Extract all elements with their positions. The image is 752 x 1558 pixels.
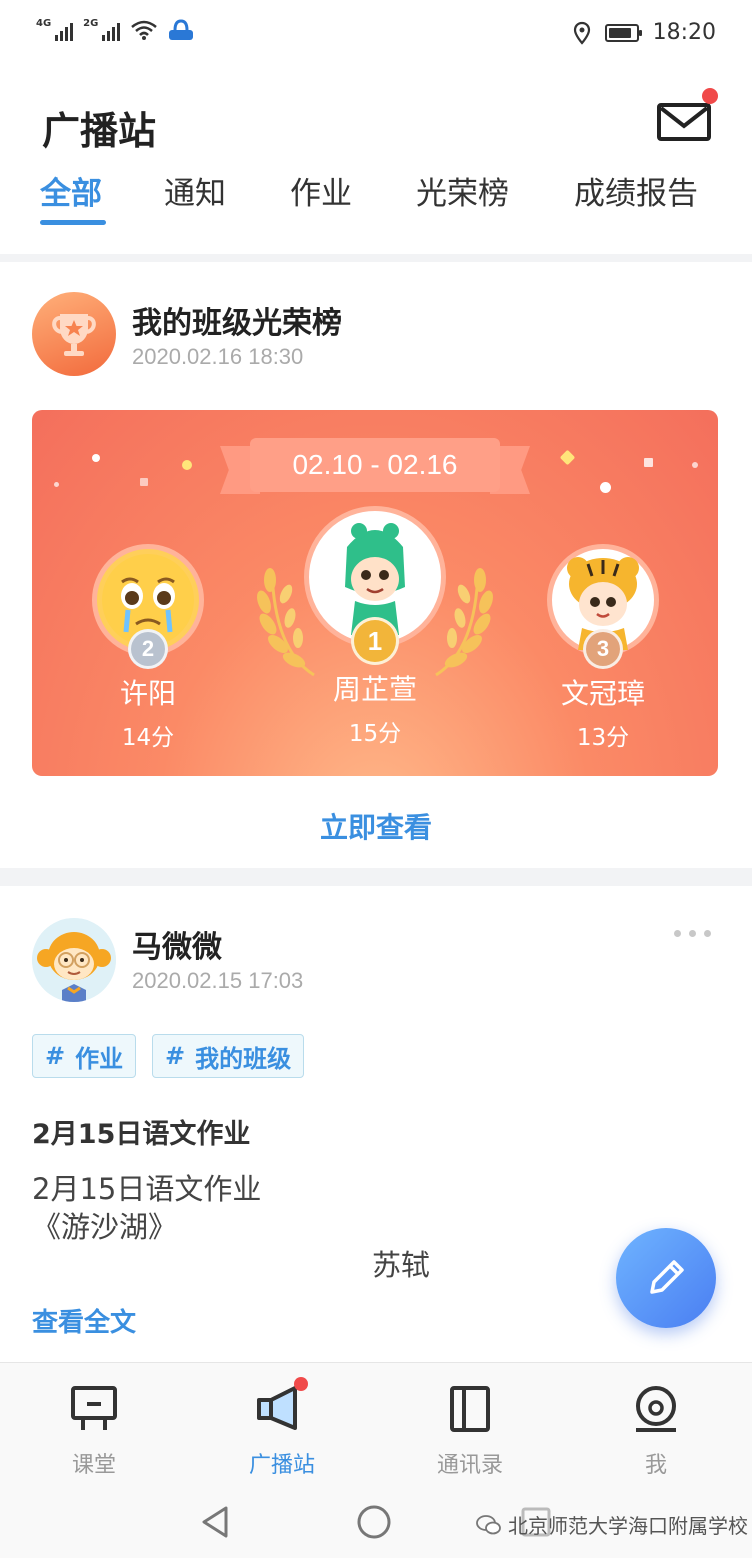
- tag-label: 作业: [75, 1044, 124, 1073]
- watermark-text: 北京师范大学海口附属学校: [508, 1514, 748, 1538]
- nav-contacts[interactable]: 通讯录: [410, 1381, 530, 1479]
- tag-my-class[interactable]: # 我的班级: [152, 1034, 305, 1078]
- nav-classroom[interactable]: 课堂: [34, 1381, 154, 1479]
- mail-icon: [657, 103, 711, 141]
- winner-name: 周芷萱: [332, 673, 417, 706]
- winner-third[interactable]: 3 文冠璋 13分: [542, 544, 664, 752]
- nav-label: 广播站: [248, 1453, 315, 1478]
- nav-label: 我: [644, 1453, 667, 1478]
- nav-label: 课堂: [71, 1453, 116, 1478]
- post-time: 2020.02.15 17:03: [132, 968, 304, 993]
- tab-honor-roll[interactable]: 光荣榜: [416, 168, 509, 213]
- winner-avatar: 1: [304, 506, 446, 665]
- winner-first[interactable]: 1 周芷萱 15分: [304, 506, 446, 748]
- tab-bar: 全部 通知 作业 光荣榜 成绩报告: [0, 168, 752, 228]
- network-type-1: 4G: [36, 18, 52, 29]
- signal-icon: 4G: [36, 18, 74, 41]
- hash-icon: #: [45, 1042, 66, 1070]
- nav-me[interactable]: 我: [596, 1381, 716, 1479]
- back-icon[interactable]: [198, 1504, 232, 1540]
- winner-name: 许阳: [119, 677, 176, 710]
- winner-name: 文冠璋: [560, 677, 645, 710]
- nav-broadcast[interactable]: 广播站: [222, 1377, 342, 1479]
- post-time: 2020.02.16 18:30: [132, 344, 304, 369]
- mail-button[interactable]: [656, 88, 718, 144]
- location-icon: [573, 21, 590, 45]
- compose-button[interactable]: [616, 1228, 716, 1328]
- unread-badge: [702, 88, 718, 104]
- watermark: 北京师范大学海口附属学校: [476, 1510, 748, 1539]
- hash-icon: #: [165, 1042, 186, 1070]
- page-title: 广播站: [42, 109, 157, 153]
- read-full-text-link[interactable]: 查看全文: [32, 1302, 136, 1339]
- classroom-icon: [71, 1386, 117, 1430]
- winner-score: 13分: [576, 725, 630, 751]
- tab-notice[interactable]: 通知: [164, 168, 226, 213]
- body-line: 苏轼: [372, 1248, 431, 1282]
- tab-homework[interactable]: 作业: [290, 168, 352, 213]
- nav-label: 通讯录: [436, 1453, 503, 1478]
- network-type-2: 2G: [83, 18, 99, 29]
- rank-badge: 3: [583, 629, 623, 669]
- winner-avatar: 2: [92, 544, 204, 669]
- body-line: 《游沙湖》: [32, 1210, 178, 1244]
- rank-badge: 1: [351, 617, 399, 665]
- clock: 18:20: [652, 20, 716, 45]
- status-left: 4G 2G: [36, 18, 194, 42]
- winner-score: 15分: [348, 721, 402, 747]
- date-range-ribbon: 02.10 - 02.16: [250, 438, 500, 492]
- megaphone-icon: [257, 1386, 297, 1430]
- trophy-icon: [52, 314, 96, 356]
- tag-label: 我的班级: [195, 1044, 292, 1073]
- body-line: 2月15日语文作业: [32, 1172, 262, 1206]
- winner-score: 14分: [121, 725, 175, 751]
- author-name: 马微微: [132, 930, 222, 965]
- status-right: 18:20: [573, 20, 716, 45]
- wifi-icon: [131, 20, 158, 40]
- nav-unread-badge: [294, 1377, 308, 1391]
- signal-icon-2: 2G: [83, 18, 121, 41]
- home-icon[interactable]: [356, 1504, 392, 1540]
- battery-icon: [604, 23, 642, 42]
- trophy-avatar: [32, 292, 116, 376]
- tab-grade-report[interactable]: 成绩报告: [574, 168, 698, 213]
- tag-homework[interactable]: # 作业: [32, 1034, 137, 1078]
- active-tab-indicator: [40, 220, 106, 225]
- app-notification-icon: [169, 19, 194, 40]
- honor-roll-post[interactable]: 我的班级光荣榜 2020.02.16 18:30 02.10 - 02.16 2…: [0, 262, 752, 868]
- contacts-icon: [450, 1386, 490, 1432]
- wechat-icon: [476, 1514, 501, 1534]
- post-title: 我的班级光荣榜: [132, 306, 342, 341]
- winner-avatar: 3: [547, 544, 659, 669]
- date-range: 02.10 - 02.16: [292, 449, 458, 480]
- bottom-nav: 课堂 广播站 通讯录 我: [0, 1362, 752, 1486]
- rank-badge: 2: [128, 629, 168, 669]
- more-options-icon[interactable]: [674, 930, 711, 937]
- winner-second[interactable]: 2 许阳 14分: [88, 544, 208, 752]
- tab-all[interactable]: 全部: [40, 168, 102, 213]
- pencil-icon: [650, 1260, 684, 1294]
- monkey-avatar-icon: [32, 918, 116, 1002]
- profile-icon: [636, 1386, 676, 1432]
- avatar[interactable]: [32, 918, 116, 1002]
- honor-roll-banner[interactable]: 02.10 - 02.16 2 许阳 14分 1 周芷萱 15分 3 文冠璋 1…: [32, 410, 718, 776]
- header: 广播站 全部 通知 作业 光荣榜 成绩报告: [0, 68, 752, 254]
- status-bar: 4G 2G 18:20: [0, 0, 752, 68]
- homework-title: 2月15日语文作业: [32, 1119, 251, 1150]
- view-now-link[interactable]: 立即查看: [0, 806, 752, 846]
